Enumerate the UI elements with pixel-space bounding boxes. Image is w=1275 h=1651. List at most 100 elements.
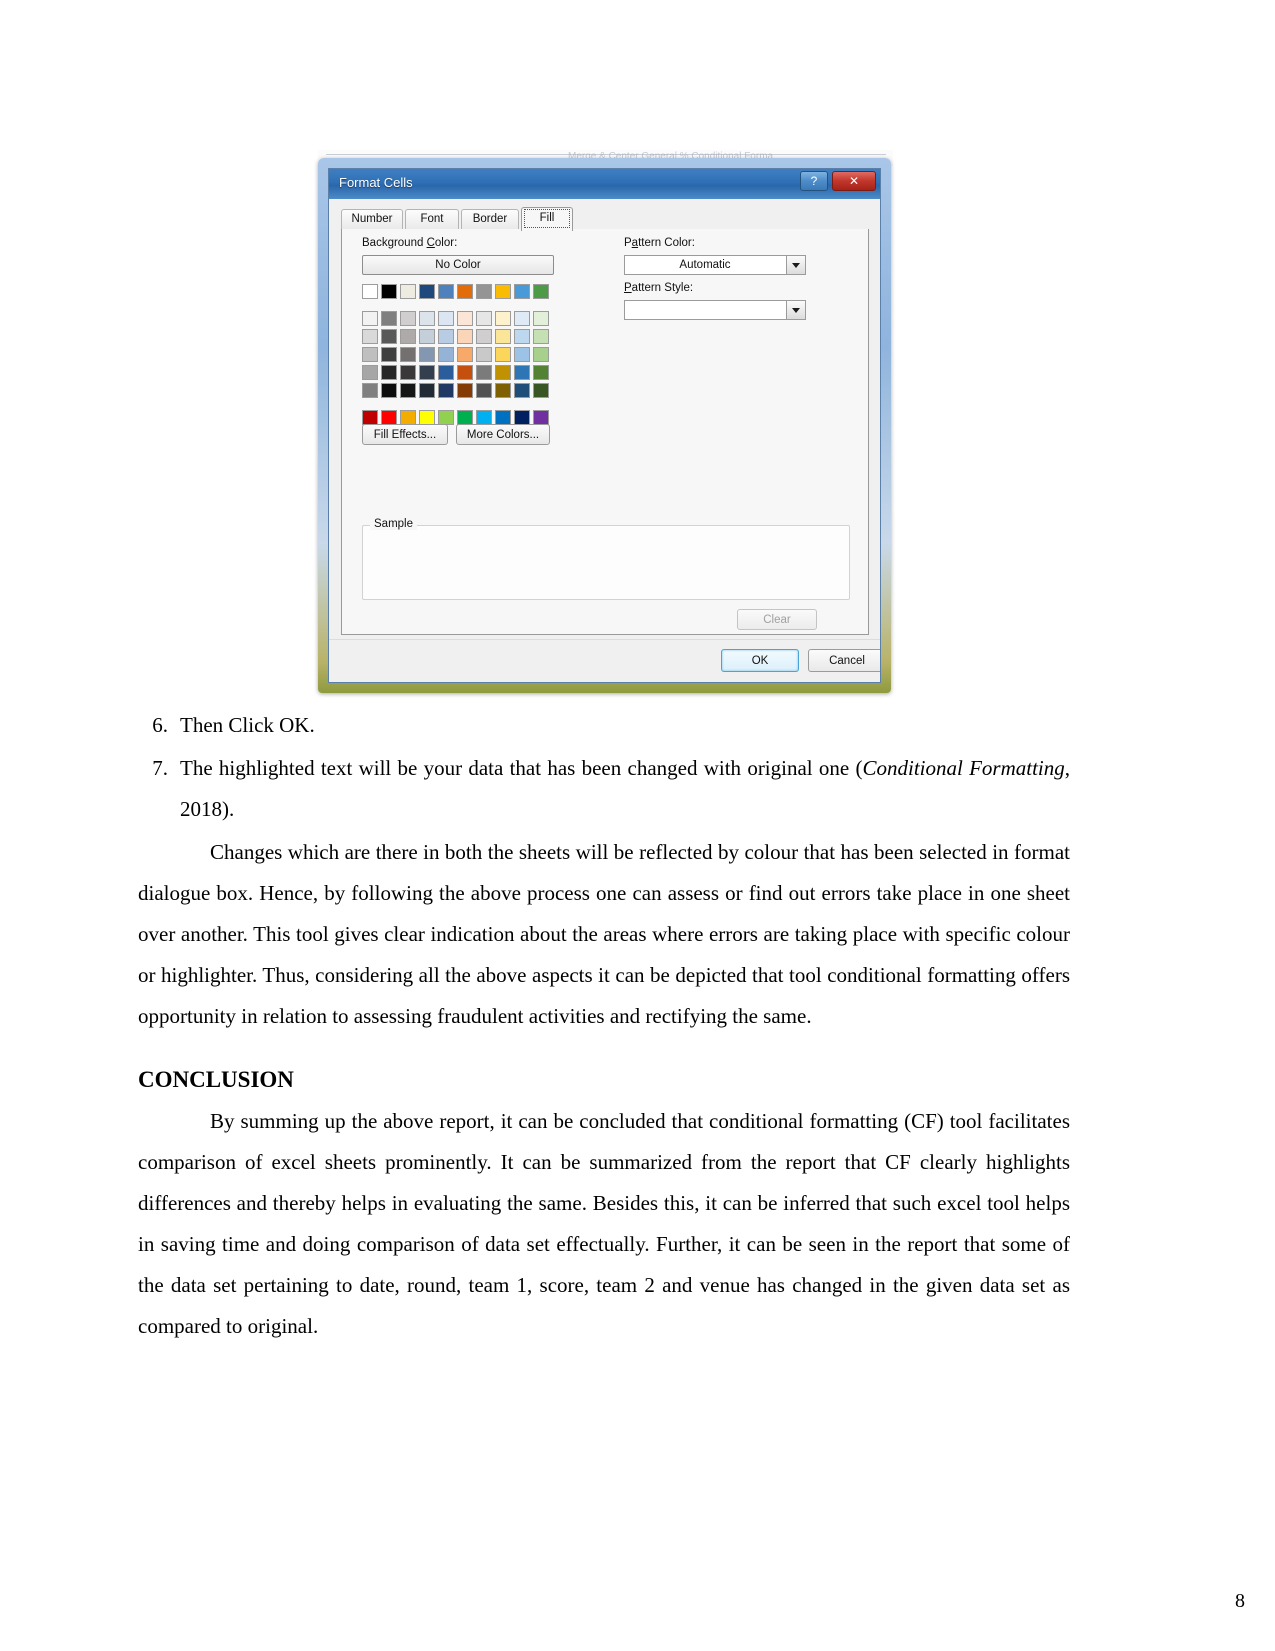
tint-row-0-swatch-5[interactable]	[457, 311, 473, 326]
tint-row-4-swatch-3[interactable]	[419, 383, 435, 398]
standard-color-swatch-7[interactable]	[495, 410, 511, 425]
theme-color-swatch-2[interactable]	[400, 284, 416, 299]
more-colors-button[interactable]: More Colors...	[456, 424, 550, 445]
theme-color-swatch-9[interactable]	[533, 284, 549, 299]
tint-row-2-swatch-4[interactable]	[438, 347, 454, 362]
tab-border[interactable]: Border	[461, 209, 519, 229]
tint-row-3-swatch-0[interactable]	[362, 365, 378, 380]
standard-color-swatch-3[interactable]	[419, 410, 435, 425]
standard-color-swatch-6[interactable]	[476, 410, 492, 425]
document-text: 6. Then Click OK. 7. The highlighted tex…	[138, 705, 1070, 1347]
tint-row-0-swatch-8[interactable]	[514, 311, 530, 326]
chevron-down-icon[interactable]	[786, 256, 805, 274]
tint-row-0-swatch-2[interactable]	[400, 311, 416, 326]
tint-row-2-swatch-1[interactable]	[381, 347, 397, 362]
tint-row-3-swatch-3[interactable]	[419, 365, 435, 380]
tint-row-4-swatch-1[interactable]	[381, 383, 397, 398]
tab-font[interactable]: Font	[405, 209, 459, 229]
fill-effects-button[interactable]: Fill Effects...	[362, 424, 448, 445]
close-icon[interactable]: ✕	[832, 171, 876, 191]
tint-row-2-swatch-0[interactable]	[362, 347, 378, 362]
palette-spacer	[362, 302, 556, 311]
tint-row-2-swatch-3[interactable]	[419, 347, 435, 362]
tint-row-0-swatch-0[interactable]	[362, 311, 378, 326]
tint-row-3-swatch-6[interactable]	[476, 365, 492, 380]
tint-row-0-swatch-4[interactable]	[438, 311, 454, 326]
theme-color-swatch-1[interactable]	[381, 284, 397, 299]
standard-color-swatch-9[interactable]	[533, 410, 549, 425]
theme-color-swatch-5[interactable]	[457, 284, 473, 299]
tint-row-1-swatch-1[interactable]	[381, 329, 397, 344]
tint-row-4-swatch-0[interactable]	[362, 383, 378, 398]
tint-row-2-swatch-8[interactable]	[514, 347, 530, 362]
tint-row-2-swatch-5[interactable]	[457, 347, 473, 362]
tint-row-1-swatch-2[interactable]	[400, 329, 416, 344]
pattern-color-label: Pattern Color:	[624, 237, 695, 249]
pattern-style-dropdown[interactable]	[624, 300, 806, 320]
tint-row-3-swatch-7[interactable]	[495, 365, 511, 380]
theme-color-swatch-7[interactable]	[495, 284, 511, 299]
theme-color-swatch-0[interactable]	[362, 284, 378, 299]
tint-row-1-swatch-0[interactable]	[362, 329, 378, 344]
tint-row-3-swatch-1[interactable]	[381, 365, 397, 380]
tint-row-1-swatch-8[interactable]	[514, 329, 530, 344]
tint-row-4-swatch-5[interactable]	[457, 383, 473, 398]
tint-row-4-swatch-2[interactable]	[400, 383, 416, 398]
tint-row-1-swatch-3[interactable]	[419, 329, 435, 344]
tint-row-2-swatch-7[interactable]	[495, 347, 511, 362]
body-paragraph-1: Changes which are there in both the shee…	[138, 840, 1070, 1028]
tint-row-0-swatch-9[interactable]	[533, 311, 549, 326]
standard-color-swatch-2[interactable]	[400, 410, 416, 425]
tint-row-1-swatch-6[interactable]	[476, 329, 492, 344]
tab-fill-label: Fill	[524, 209, 570, 228]
tint-row-2-swatch-2[interactable]	[400, 347, 416, 362]
tint-row-2-swatch-9[interactable]	[533, 347, 549, 362]
tint-row-4-swatch-8[interactable]	[514, 383, 530, 398]
theme-color-swatch-6[interactable]	[476, 284, 492, 299]
tint-row-3-swatch-2[interactable]	[400, 365, 416, 380]
background-color-label: Background Color:	[362, 237, 457, 249]
tint-row-1-swatch-5[interactable]	[457, 329, 473, 344]
tab-border-label: Border	[472, 213, 508, 225]
tint-row-2-swatch-6[interactable]	[476, 347, 492, 362]
tint-row-3-swatch-5[interactable]	[457, 365, 473, 380]
cancel-button[interactable]: Cancel	[808, 649, 880, 672]
standard-color-swatch-4[interactable]	[438, 410, 454, 425]
li2-italic-citation: Conditional Formatting	[862, 756, 1065, 780]
pattern-style-label: Pattern Style:	[624, 282, 693, 294]
no-color-button[interactable]: No Color	[362, 255, 554, 275]
tint-row-3-swatch-9[interactable]	[533, 365, 549, 380]
tint-row-1-swatch-7[interactable]	[495, 329, 511, 344]
tint-row-0-swatch-3[interactable]	[419, 311, 435, 326]
standard-color-swatch-5[interactable]	[457, 410, 473, 425]
pattern-color-value: Automatic	[679, 259, 731, 271]
dialog-footer: OK Cancel	[329, 639, 880, 682]
tab-fill[interactable]: Fill	[521, 207, 573, 231]
tint-row-4-swatch-7[interactable]	[495, 383, 511, 398]
standard-color-swatch-1[interactable]	[381, 410, 397, 425]
standard-color-swatch-0[interactable]	[362, 410, 378, 425]
tint-row-3-swatch-4[interactable]	[438, 365, 454, 380]
ok-button[interactable]: OK	[721, 649, 799, 672]
standard-color-swatch-8[interactable]	[514, 410, 530, 425]
bg-label-pre: Background	[362, 237, 427, 249]
pattern-color-dropdown[interactable]: Automatic	[624, 255, 806, 275]
theme-color-swatch-4[interactable]	[438, 284, 454, 299]
tint-row-1-swatch-9[interactable]	[533, 329, 549, 344]
clear-button[interactable]: Clear	[737, 609, 817, 630]
theme-color-swatch-3[interactable]	[419, 284, 435, 299]
tint-row-1-swatch-4[interactable]	[438, 329, 454, 344]
more-colors-label: More Colors...	[466, 429, 540, 441]
help-button[interactable]: ?	[800, 171, 828, 191]
tint-row-0-swatch-7[interactable]	[495, 311, 511, 326]
theme-color-swatch-8[interactable]	[514, 284, 530, 299]
tint-row-4-swatch-9[interactable]	[533, 383, 549, 398]
tint-row-0-swatch-1[interactable]	[381, 311, 397, 326]
tint-row-4-swatch-6[interactable]	[476, 383, 492, 398]
tint-row-0-swatch-6[interactable]	[476, 311, 492, 326]
tint-row-3-swatch-8[interactable]	[514, 365, 530, 380]
sample-group-label: Sample	[370, 518, 417, 530]
tab-number[interactable]: Number	[341, 209, 403, 229]
tint-row-4-swatch-4[interactable]	[438, 383, 454, 398]
chevron-down-icon-2[interactable]	[786, 301, 805, 319]
